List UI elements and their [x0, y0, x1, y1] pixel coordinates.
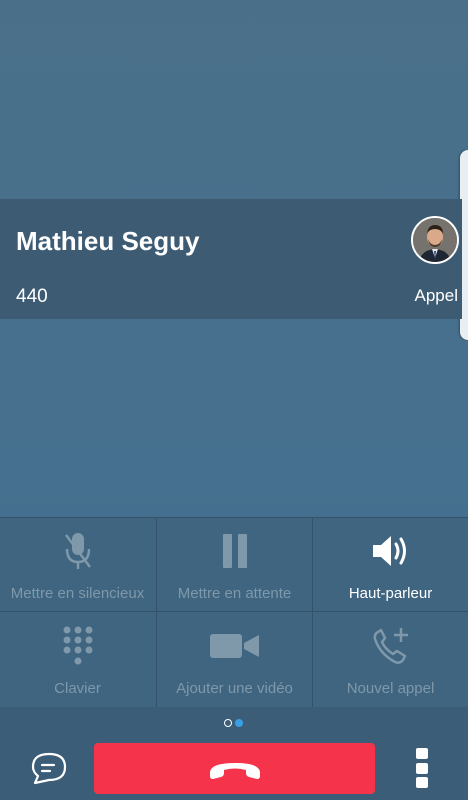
new-call-label: Nouvel appel	[346, 680, 435, 697]
page-dot-active[interactable]	[235, 719, 243, 727]
mute-label: Mettre en silencieux	[10, 585, 145, 602]
add-video-label: Ajouter une vidéo	[176, 680, 293, 697]
more-vertical-icon	[416, 748, 428, 759]
avatar[interactable]	[411, 216, 459, 264]
page-indicator	[224, 719, 243, 727]
keypad-label: Clavier	[54, 680, 101, 697]
keypad-icon	[62, 624, 94, 668]
hang-up-icon	[209, 762, 260, 779]
more-vertical-icon	[416, 777, 428, 788]
keypad-button[interactable]: Clavier	[0, 612, 155, 706]
contact-name: Mathieu Seguy	[16, 226, 200, 256]
add-video-button[interactable]: Ajouter une vidéo	[157, 612, 312, 706]
call-number: 440	[16, 286, 48, 307]
more-options-button[interactable]	[414, 748, 430, 788]
hold-button[interactable]: Mettre en attente	[157, 517, 312, 611]
pause-icon	[220, 529, 250, 573]
microphone-off-icon	[63, 529, 93, 573]
speaker-button[interactable]: Haut-parleur	[313, 517, 468, 611]
speaker-label: Haut-parleur	[348, 585, 433, 602]
more-vertical-icon	[416, 762, 428, 774]
page-dot[interactable]	[224, 719, 232, 727]
hold-label: Mettre en attente	[177, 585, 292, 602]
video-camera-icon	[209, 624, 261, 668]
add-call-icon	[372, 624, 410, 668]
end-call-button[interactable]	[94, 743, 375, 794]
chat-icon	[31, 752, 67, 785]
call-type-label: Appel	[414, 286, 458, 305]
call-info-card	[0, 199, 462, 319]
mute-button[interactable]: Mettre en silencieux	[0, 517, 155, 611]
speaker-icon	[371, 529, 411, 573]
new-call-button[interactable]: Nouvel appel	[313, 612, 468, 706]
chat-button[interactable]	[30, 752, 68, 786]
